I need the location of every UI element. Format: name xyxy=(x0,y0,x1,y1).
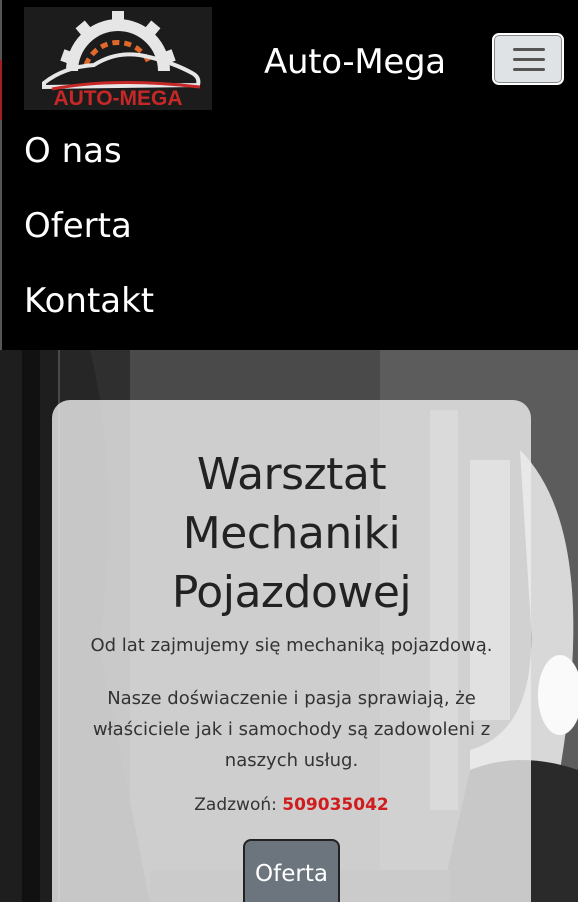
phone-label: Zadzwoń: xyxy=(194,795,277,815)
menu-toggle-button[interactable] xyxy=(492,33,564,85)
hero-lead: Od lat zajmujemy się mechaniką pojazdową… xyxy=(90,635,493,656)
hamburger-icon-line xyxy=(513,68,545,71)
phone-number-link[interactable]: 509035042 xyxy=(282,795,388,815)
hamburger-icon xyxy=(513,48,545,51)
hero-title-line: Mechaniki xyxy=(182,508,401,559)
hero-section: Warsztat Mechaniki Pojazdowej Od lat zaj… xyxy=(0,350,578,902)
hero-card: Warsztat Mechaniki Pojazdowej Od lat zaj… xyxy=(52,400,531,902)
hero-title: Warsztat Mechaniki Pojazdowej xyxy=(52,445,531,622)
hero-title-line: Warsztat xyxy=(196,449,387,500)
nav-item-o-nas: O nas xyxy=(24,128,154,203)
svg-text:AUTO-MEGA: AUTO-MEGA xyxy=(53,87,182,110)
nav-item-oferta: Oferta xyxy=(24,203,154,278)
phone-line: Zadzwoń: 509035042 xyxy=(52,792,531,818)
gear-car-logo-icon: AUTO-MEGA xyxy=(24,7,212,110)
hero-description: Nasze doświaczenie i pasja sprawiają, że… xyxy=(92,688,491,771)
nav-link-kontakt[interactable]: Kontakt xyxy=(24,278,154,324)
hero-title-line: Pojazdowej xyxy=(171,567,412,618)
nav-link-oferta[interactable]: Oferta xyxy=(24,203,154,249)
brand-name[interactable]: Auto-Mega xyxy=(264,40,446,84)
navbar: AUTO-MEGA Auto-Mega O nas Oferta Kontakt xyxy=(0,0,578,350)
nav-item-kontakt: Kontakt xyxy=(24,278,154,353)
offer-button[interactable]: Oferta xyxy=(243,839,340,902)
nav-link-o-nas[interactable]: O nas xyxy=(24,128,154,174)
logo[interactable]: AUTO-MEGA xyxy=(24,7,212,110)
nav-menu: O nas Oferta Kontakt xyxy=(24,128,154,353)
hamburger-icon-line xyxy=(513,58,545,61)
